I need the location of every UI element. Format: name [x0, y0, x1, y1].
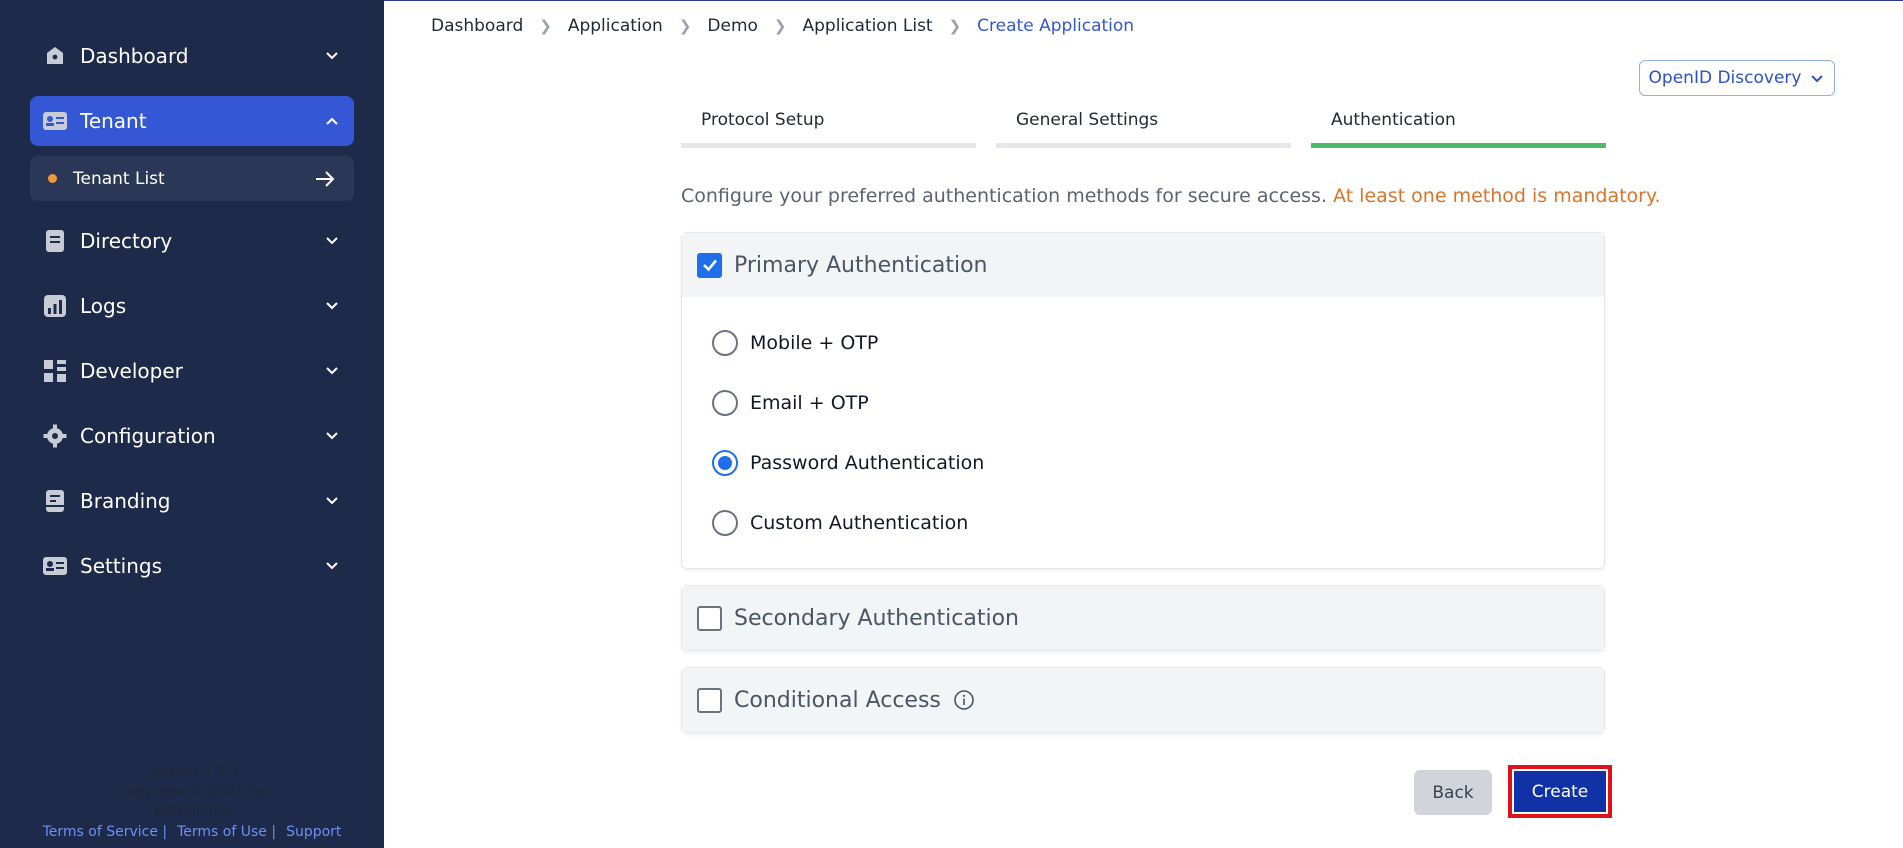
conditional-access-panel: Conditional Access — [681, 667, 1605, 733]
sidebar-subitem-label: Tenant List — [73, 168, 165, 189]
intro-description: Configure your preferred authentication … — [681, 185, 1327, 207]
tab-indicator-active — [1311, 143, 1606, 148]
chevron-right-icon: ❯ — [539, 17, 552, 35]
tab-label: Protocol Setup — [701, 110, 825, 130]
chevron-down-icon — [326, 302, 338, 310]
chevron-down-icon — [326, 237, 338, 245]
home-icon — [42, 43, 68, 69]
radio-button-selected[interactable] — [712, 450, 738, 476]
chevron-down-icon — [326, 497, 338, 505]
info-icon[interactable] — [953, 689, 975, 711]
sidebar-item-label: Developer — [80, 359, 183, 383]
sidebar-item-label: Dashboard — [80, 44, 189, 68]
openid-discovery-label: OpenID Discovery — [1648, 68, 1802, 88]
sidebar-item-label: Directory — [80, 229, 173, 253]
breadcrumb-item-application[interactable]: Application — [568, 16, 663, 36]
radio-label: Mobile + OTP — [750, 332, 879, 354]
radio-label: Custom Authentication — [750, 512, 969, 534]
radio-option-password-authentication[interactable]: Password Authentication — [712, 450, 984, 476]
sidebar-item-directory[interactable]: Directory — [30, 216, 354, 266]
sidebar-item-label: Tenant — [80, 109, 147, 133]
copyright-text: Copyright © 2025 by — [117, 784, 267, 800]
gear-icon — [42, 423, 68, 449]
radio-label: Email + OTP — [750, 392, 869, 414]
sidebar-item-label: Logs — [80, 294, 127, 318]
tab-indicator — [681, 143, 976, 148]
chart-icon — [42, 293, 68, 319]
terms-of-service-link[interactable]: Terms of Service | — [43, 824, 168, 840]
primary-authentication-title: Primary Authentication — [734, 252, 988, 278]
sidebar-item-tenant[interactable]: Tenant — [30, 96, 354, 146]
intro-text: Configure your preferred authentication … — [681, 185, 1661, 207]
tab-protocol-setup[interactable]: Protocol Setup — [681, 108, 976, 148]
arrow-right-icon — [316, 170, 335, 187]
openid-discovery-button[interactable]: OpenID Discovery — [1639, 60, 1835, 96]
sidebar-item-label: Settings — [80, 554, 163, 578]
chevron-right-icon: ❯ — [948, 17, 962, 35]
footer-links: Terms of Service | Terms of Use | Suppor… — [0, 824, 384, 840]
radio-label: Password Authentication — [750, 452, 985, 474]
sidebar: Dashboard Tenant Tenant List Directory L… — [0, 0, 384, 848]
chevron-up-icon — [326, 117, 338, 125]
sidebar-item-label: Configuration — [80, 424, 216, 448]
sidebar-item-dashboard[interactable]: Dashboard — [30, 31, 354, 81]
conditional-access-header: Conditional Access — [682, 668, 1604, 732]
create-button[interactable]: Create — [1514, 771, 1606, 812]
primary-authentication-header: Primary Authentication — [682, 233, 1604, 297]
id-card-icon — [42, 553, 68, 579]
chevron-down-icon — [326, 432, 338, 440]
radio-button[interactable] — [712, 390, 738, 416]
radio-button[interactable] — [712, 510, 738, 536]
tab-label: Authentication — [1331, 110, 1456, 130]
tab-label: General Settings — [1016, 110, 1159, 130]
conditional-access-checkbox[interactable] — [697, 687, 722, 713]
version-text: Version 3.0.3 — [146, 764, 238, 780]
primary-authentication-panel: Primary Authentication Mobile + OTP Emai… — [681, 232, 1605, 569]
chevron-down-icon — [1811, 75, 1824, 83]
intro-warning: At least one method is mandatory. — [1333, 185, 1661, 207]
secondary-authentication-checkbox[interactable] — [697, 605, 722, 631]
id-card-icon — [42, 108, 68, 134]
support-link[interactable]: Support — [286, 824, 341, 840]
top-border — [384, 0, 1903, 1]
terms-of-use-link[interactable]: Terms of Use | — [177, 824, 276, 840]
sidebar-item-configuration[interactable]: Configuration — [30, 411, 354, 461]
tab-general-settings[interactable]: General Settings — [996, 108, 1291, 148]
radio-button[interactable] — [712, 330, 738, 356]
breadcrumb-item-current: Create Application — [977, 16, 1135, 36]
chevron-right-icon: ❯ — [678, 17, 692, 35]
tab-authentication[interactable]: Authentication — [1311, 108, 1606, 148]
checkmark-icon — [702, 259, 717, 272]
sidebar-item-branding[interactable]: Branding — [30, 476, 354, 526]
secondary-authentication-title: Secondary Authentication — [734, 605, 1020, 631]
chevron-down-icon — [326, 52, 338, 60]
sidebar-item-logs[interactable]: Logs — [30, 281, 354, 331]
sidebar-item-settings[interactable]: Settings — [30, 541, 354, 591]
tab-indicator — [996, 143, 1291, 148]
primary-authentication-checkbox[interactable] — [697, 252, 722, 278]
radio-option-mobile-otp[interactable]: Mobile + OTP — [712, 330, 878, 356]
conditional-access-title: Conditional Access — [734, 687, 941, 713]
breadcrumb-item-application-list[interactable]: Application List — [802, 16, 932, 36]
breadcrumb-item-dashboard[interactable]: Dashboard — [431, 16, 523, 36]
brand-icon — [42, 488, 68, 514]
chevron-right-icon: ❯ — [773, 17, 787, 35]
back-button[interactable]: Back — [1414, 770, 1492, 815]
secondary-authentication-panel: Secondary Authentication — [681, 585, 1605, 651]
grid-icon — [42, 358, 68, 384]
radio-option-email-otp[interactable]: Email + OTP — [712, 390, 869, 416]
breadcrumb-item-demo[interactable]: Demo — [707, 16, 758, 36]
chevron-down-icon — [326, 562, 338, 570]
sidebar-subitem-tenant-list[interactable]: Tenant List — [30, 156, 354, 201]
sidebar-item-label: Branding — [80, 489, 171, 513]
company-link[interactable]: Infisign Inc — [0, 804, 384, 820]
chevron-down-icon — [326, 367, 338, 375]
book-icon — [42, 228, 68, 254]
bullet-dot — [48, 174, 57, 183]
breadcrumb: Dashboard ❯ Application ❯ Demo ❯ Applica… — [431, 16, 1134, 36]
secondary-authentication-header: Secondary Authentication — [682, 586, 1604, 650]
sidebar-item-developer[interactable]: Developer — [30, 346, 354, 396]
radio-option-custom-authentication[interactable]: Custom Authentication — [712, 510, 968, 536]
